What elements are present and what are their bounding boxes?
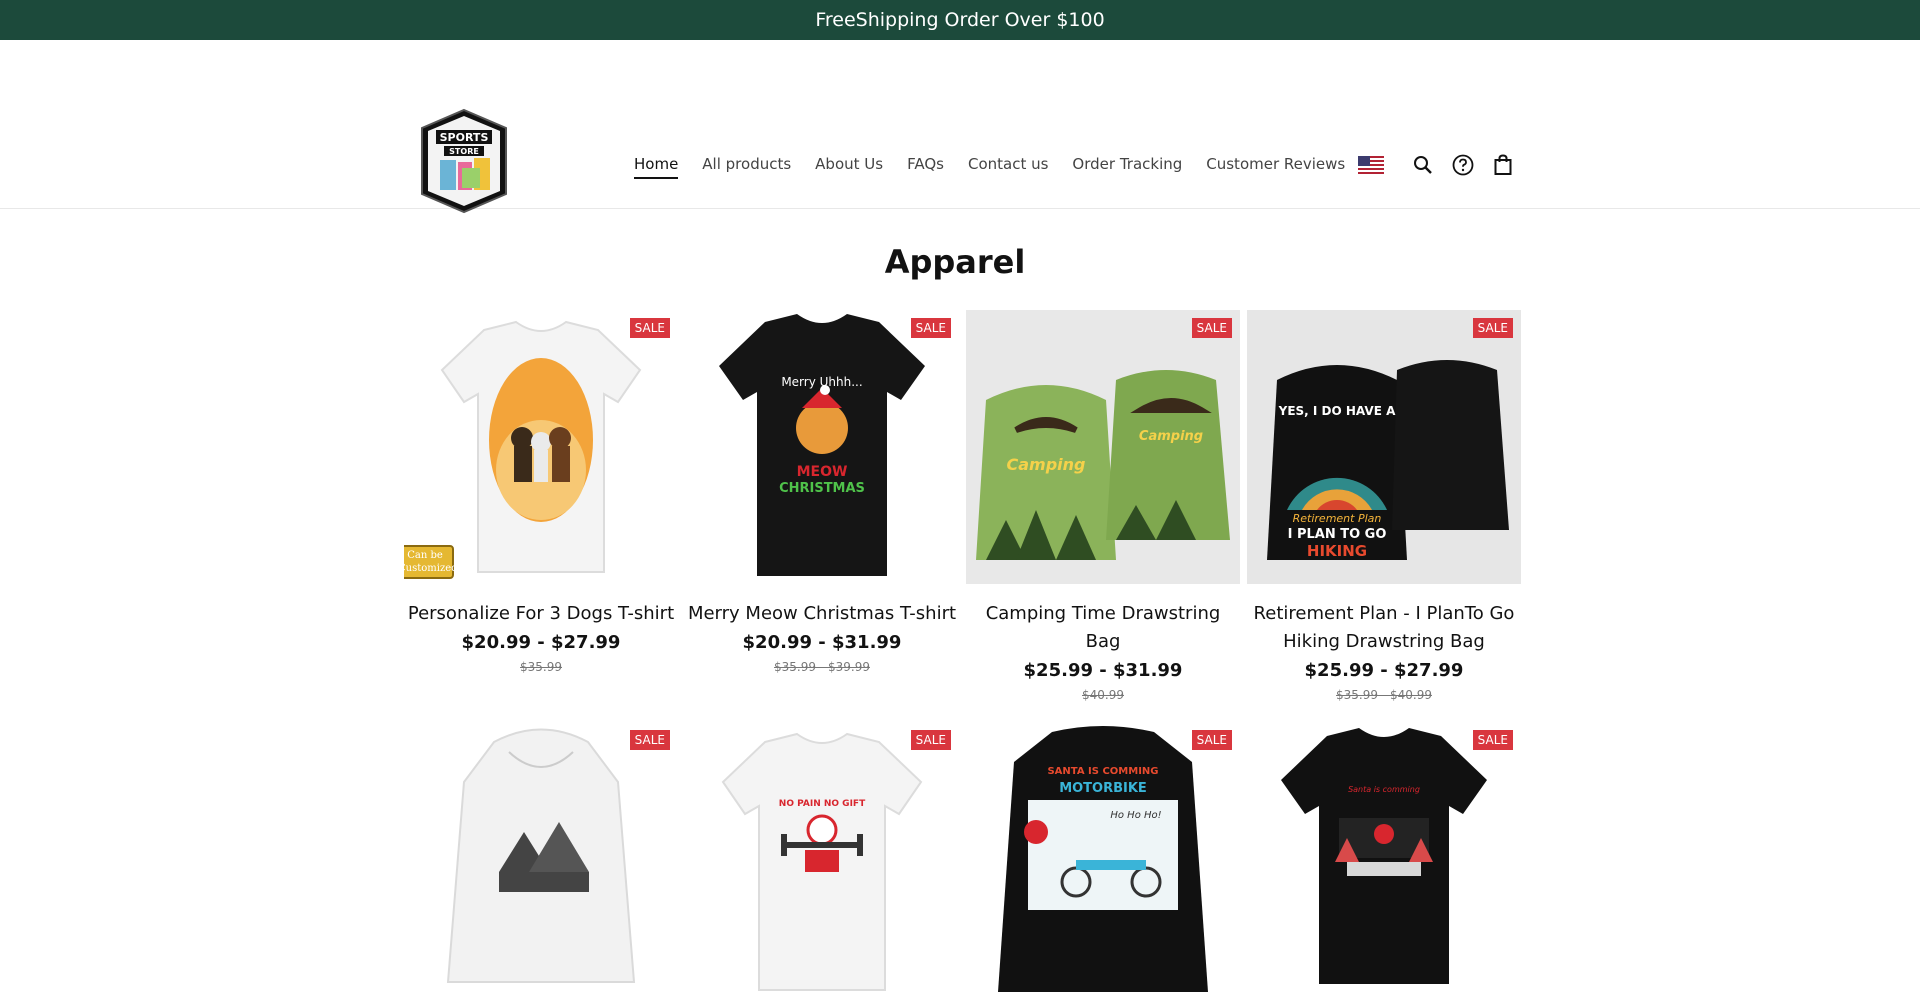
image-text: Ho Ho Ho! — [1110, 810, 1161, 821]
image-text: NO PAIN NO GIFT — [779, 799, 866, 809]
product-card[interactable]: Camping Camping SALE Camping Time Drawst… — [966, 310, 1240, 702]
image-text: Retirement Plan — [1293, 512, 1382, 525]
product-compare-price: $35.99 - $40.99 — [1336, 688, 1432, 702]
announcement-bar: FreeShipping Order Over $100 — [0, 0, 1920, 40]
sale-badge: SALE — [629, 318, 670, 338]
product-title[interactable]: Camping Time Drawstring Bag — [966, 600, 1240, 656]
image-text: MEOW — [797, 464, 848, 480]
product-card[interactable]: Santa is comming SALE — [1247, 722, 1521, 996]
product-image[interactable]: YES, I DO HAVE A Retirement Plan I PLAN … — [1247, 310, 1521, 584]
nav-order-tracking[interactable]: Order Tracking — [1060, 154, 1194, 186]
image-text: Camping — [1007, 455, 1086, 474]
product-card[interactable]: SALE Can be Customized Personalize For 3… — [404, 310, 678, 702]
us-flag-icon[interactable] — [1358, 152, 1384, 178]
shopping-bag-icon[interactable] — [1490, 152, 1516, 178]
sale-badge: SALE — [629, 730, 670, 750]
image-text: MOTORBIKE — [1059, 781, 1147, 796]
announcement-text: FreeShipping Order Over $100 — [815, 9, 1105, 31]
product-compare-price: $35.99 — [520, 660, 562, 674]
sale-badge: SALE — [1191, 730, 1232, 750]
nav-customer-reviews[interactable]: Customer Reviews — [1194, 154, 1357, 186]
sale-badge: SALE — [1191, 318, 1232, 338]
collection-title: Apparel — [884, 243, 1026, 281]
sale-badge: SALE — [1472, 730, 1513, 750]
product-card[interactable]: Merry Uhhh... MEOW CHRISTMAS SALE Merry … — [685, 310, 959, 702]
product-price: $25.99 - $27.99 — [1304, 660, 1464, 681]
image-text: CHRISTMAS — [779, 481, 865, 496]
product-price: $20.99 - $27.99 — [461, 632, 621, 653]
nav-home[interactable]: Home — [634, 154, 690, 186]
product-card[interactable]: YES, I DO HAVE A Retirement Plan I PLAN … — [1247, 310, 1521, 702]
image-text: Santa is comming — [1348, 785, 1420, 794]
product-image[interactable]: SALE Can be Customized — [404, 310, 678, 584]
help-icon[interactable] — [1450, 152, 1476, 178]
nav-all-products[interactable]: All products — [690, 154, 803, 186]
nav-faqs[interactable]: FAQs — [895, 154, 956, 186]
product-card[interactable]: SALE — [404, 722, 678, 996]
store-logo[interactable]: SPORTS STORE — [418, 108, 510, 214]
product-card[interactable]: NO PAIN NO GIFT SALE — [685, 722, 959, 996]
sale-badge: SALE — [910, 318, 951, 338]
logo-text-sports: SPORTS — [440, 131, 489, 144]
logo-text-store: STORE — [449, 147, 479, 156]
product-image[interactable]: Santa is comming SALE — [1247, 722, 1521, 996]
image-text: I PLAN TO GO — [1288, 527, 1387, 542]
product-image[interactable]: Camping Camping SALE — [966, 310, 1240, 584]
product-compare-price: $35.99 - $39.99 — [774, 660, 870, 674]
product-price: $25.99 - $31.99 — [1023, 660, 1183, 681]
image-text: Camping — [1139, 429, 1203, 444]
product-image[interactable]: SALE — [404, 722, 678, 996]
sale-badge: SALE — [910, 730, 951, 750]
product-price: $20.99 - $31.99 — [742, 632, 902, 653]
image-text: SANTA IS COMMING — [1047, 766, 1158, 777]
product-image[interactable]: Merry Uhhh... MEOW CHRISTMAS SALE — [685, 310, 959, 584]
product-image[interactable]: NO PAIN NO GIFT SALE — [685, 722, 959, 996]
sale-badge: SALE — [1472, 318, 1513, 338]
site-header: SPORTS STORE Home All products About Us … — [0, 40, 1920, 214]
image-text: HIKING — [1307, 542, 1367, 560]
product-title[interactable]: Merry Meow Christmas T-shirt — [685, 600, 959, 628]
image-text: YES, I DO HAVE A — [1278, 404, 1396, 418]
search-icon[interactable] — [1410, 152, 1436, 178]
nav-contact-us[interactable]: Contact us — [956, 154, 1060, 186]
main-nav: Home All products About Us FAQs Contact … — [634, 154, 1357, 186]
can-be-customized-badge: Can be Customized — [404, 545, 458, 579]
product-compare-price: $40.99 — [1082, 688, 1124, 702]
product-title[interactable]: Retirement Plan - I PlanTo Go Hiking Dra… — [1247, 600, 1521, 656]
product-title[interactable]: Personalize For 3 Dogs T-shirt — [404, 600, 678, 628]
product-card[interactable]: SANTA IS COMMING MOTORBIKE Ho Ho Ho! SAL… — [966, 722, 1240, 996]
nav-about-us[interactable]: About Us — [803, 154, 895, 186]
product-image[interactable]: SANTA IS COMMING MOTORBIKE Ho Ho Ho! SAL… — [966, 722, 1240, 996]
header-icons — [1358, 152, 1516, 178]
product-grid: SALE Can be Customized Personalize For 3… — [404, 310, 1521, 996]
